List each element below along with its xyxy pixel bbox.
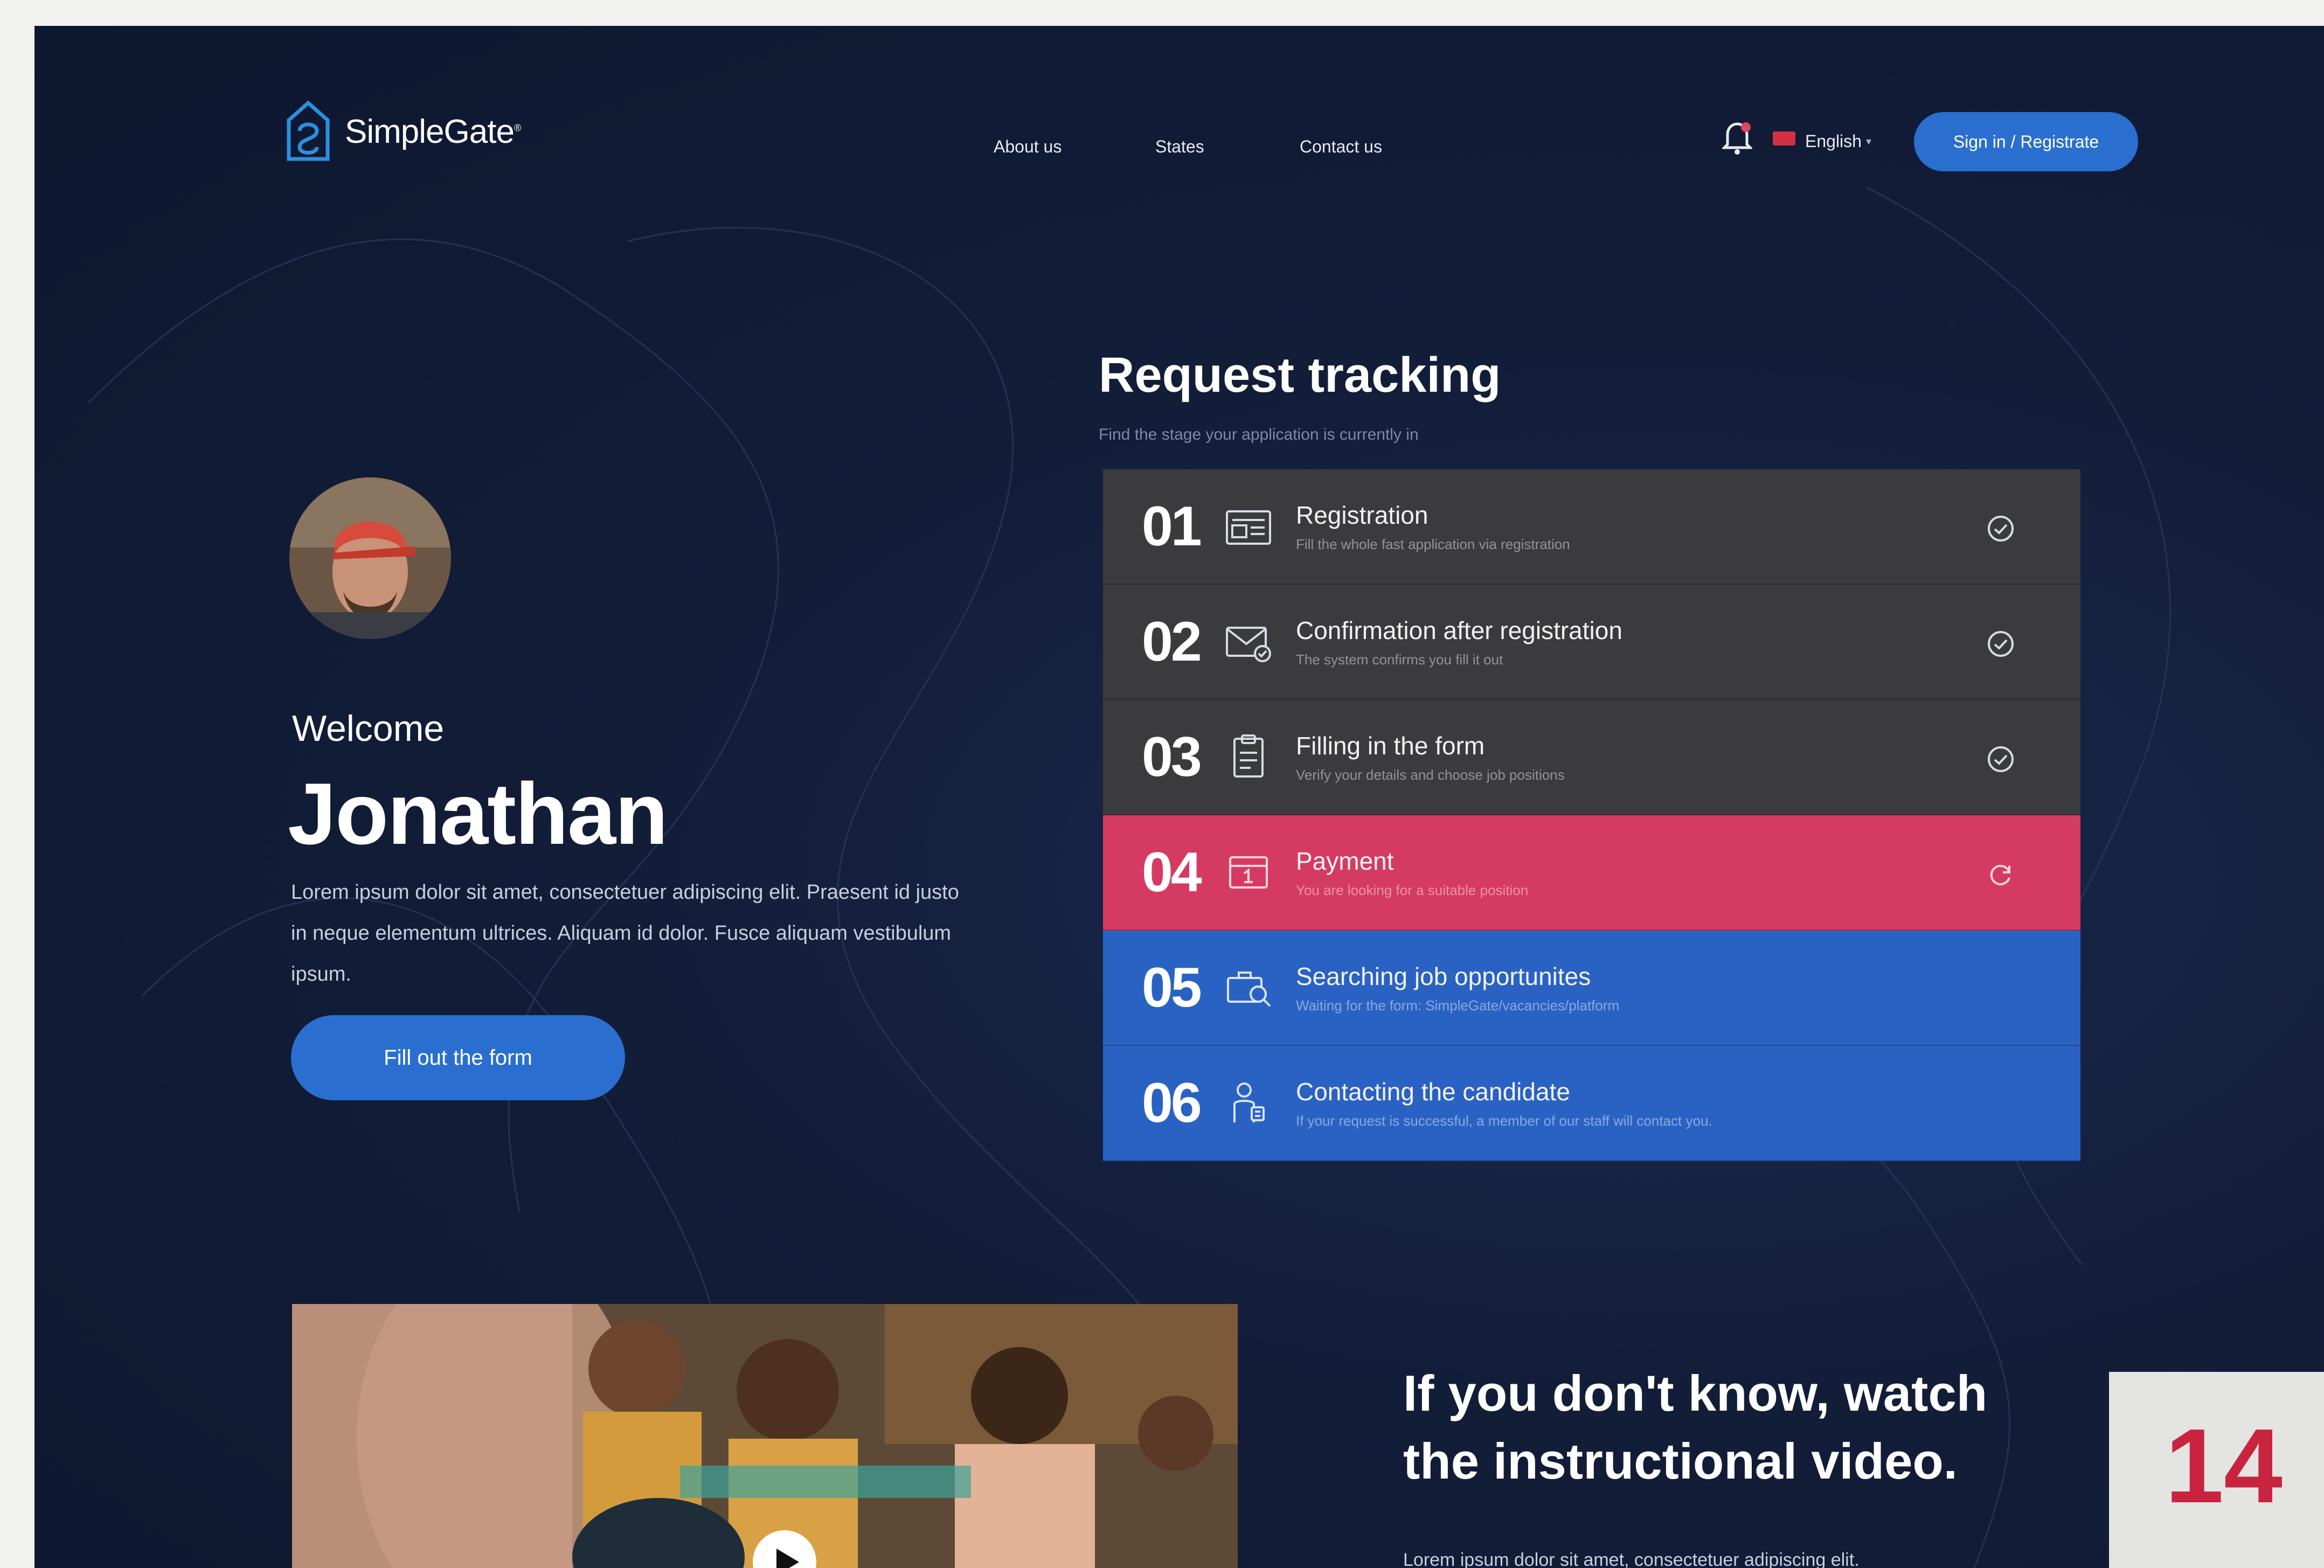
step-registration[interactable]: 01 Registration Fill the whole fast appl…: [1103, 469, 2080, 585]
step-title: Filling in the form: [1296, 731, 1485, 760]
step-payment[interactable]: 04 Payment You are looking for a suitabl…: [1103, 815, 2080, 931]
step-description: You are looking for a suitable position: [1296, 882, 1529, 898]
check-circle-icon: [1988, 631, 2014, 657]
step-description: Fill the whole fast application via regi…: [1296, 536, 1570, 552]
step-description: The system confirms you fill it out: [1296, 651, 1503, 668]
candidate-icon: [1216, 1073, 1281, 1133]
tracking-subtitle: Find the stage your application is curre…: [1099, 426, 1419, 443]
user-name: Jonathan: [288, 765, 668, 863]
page: SimpleGate® About us States Contact us E…: [0, 0, 2324, 1568]
step-title: Confirmation after registration: [1296, 616, 1622, 644]
brand-name: SimpleGate®: [345, 113, 521, 150]
step-description: If your request is successful, a member …: [1296, 1112, 1712, 1129]
welcome-label: Welcome: [292, 708, 445, 749]
notification-bell-icon[interactable]: [1722, 120, 1752, 155]
video-thumbnail-icon: [292, 1304, 1238, 1568]
check-circle-icon: [1988, 746, 2014, 772]
step-number: 03: [1142, 725, 1202, 788]
language-label: English: [1805, 131, 1862, 151]
language-selector[interactable]: English ▾: [1805, 131, 1871, 151]
play-icon: [776, 1549, 799, 1568]
step-number: 06: [1142, 1071, 1202, 1134]
payment-icon: [1216, 843, 1281, 902]
user-avatar: [289, 477, 451, 639]
video-section-title: If you don't know, watch the instruction…: [1403, 1365, 1988, 1489]
step-number: 04: [1142, 841, 1202, 904]
registration-icon: [1216, 497, 1281, 556]
page-number: 14: [2165, 1407, 2283, 1525]
chevron-down-icon: ▾: [1865, 136, 1871, 148]
step-title: Payment: [1296, 847, 1394, 875]
step-confirmation[interactable]: 02 Confirmation after registration The s…: [1103, 585, 2080, 700]
step-description: Verify your details and choose job posit…: [1296, 766, 1565, 783]
sign-in-button[interactable]: Sign in / Registrate: [1914, 112, 2138, 171]
step-number: 05: [1142, 956, 1202, 1019]
refresh-icon: [1990, 865, 2010, 885]
job-search-icon: [1216, 958, 1281, 1017]
brand-logo[interactable]: SimpleGate®: [283, 99, 521, 164]
step-title: Searching job opportunites: [1296, 962, 1591, 990]
app-screenshot: SimpleGate® About us States Contact us E…: [34, 26, 2324, 1568]
step-description: Waiting for the form: SimpleGate/vacanci…: [1296, 997, 1620, 1014]
form-icon: [1216, 727, 1281, 787]
nav-about-us[interactable]: About us: [994, 137, 1062, 157]
user-photo-icon: [289, 477, 451, 639]
mail-icon: [1216, 612, 1281, 671]
step-contact-candidate[interactable]: 06 Contacting the candidate If your requ…: [1103, 1046, 2080, 1161]
instructional-video[interactable]: [292, 1304, 1238, 1568]
check-circle-icon: [1988, 516, 2014, 542]
language-flag-icon: [1773, 131, 1795, 145]
nav-states[interactable]: States: [1155, 137, 1204, 157]
gate-logo-icon: [287, 100, 330, 161]
step-title: Contacting the candidate: [1296, 1077, 1570, 1106]
step-number: 01: [1142, 495, 1202, 558]
tracking-title: Request tracking: [1099, 348, 1501, 403]
step-job-search[interactable]: 05 Searching job opportunites Waiting fo…: [1103, 931, 2080, 1046]
nav-contact-us[interactable]: Contact us: [1300, 137, 1382, 157]
video-section-body: Lorem ipsum dolor sit amet, consectetuer…: [1403, 1550, 1860, 1568]
step-title: Registration: [1296, 501, 1428, 529]
step-filling-form[interactable]: 03 Filling in the form Verify your detai…: [1103, 700, 2080, 815]
tracking-steps: 01 Registration Fill the whole fast appl…: [1103, 469, 2080, 1161]
step-number: 02: [1142, 610, 1202, 673]
intro-text: Lorem ipsum dolor sit amet, consectetuer…: [291, 881, 959, 986]
fill-out-form-button[interactable]: Fill out the form: [291, 1015, 625, 1100]
